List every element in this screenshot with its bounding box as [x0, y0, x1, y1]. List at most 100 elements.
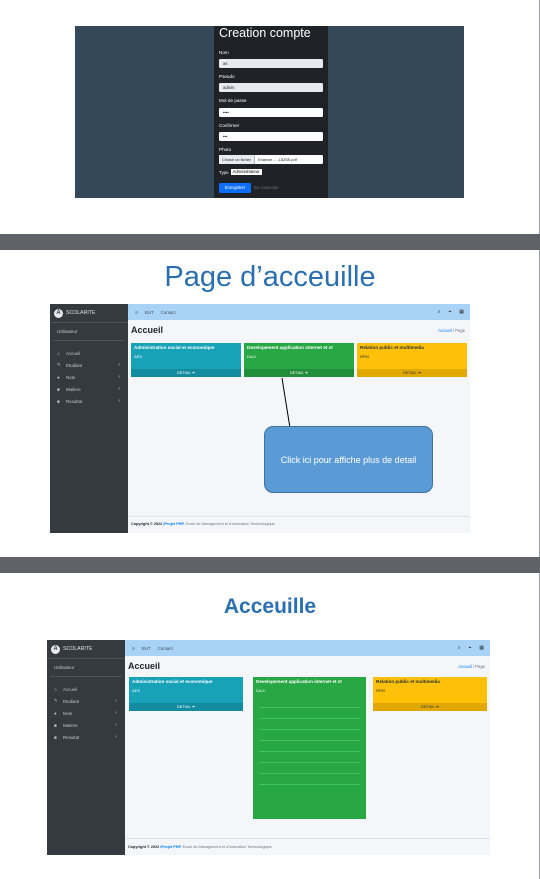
detail-button[interactable]: DETAIL ➔	[244, 369, 354, 377]
grid-icon[interactable]: ▦	[459, 309, 464, 315]
footer-copyright: Copyright © 2022 iProjet PHP. Ecole de M…	[131, 522, 275, 526]
photo-label: Photo	[219, 147, 232, 152]
breadcrumb: Accueil / Page	[438, 328, 465, 333]
menu-toggle-icon[interactable]: ≡	[132, 646, 135, 651]
breadcrumb-home[interactable]: Accueil	[458, 664, 472, 669]
card-title: Administration social et economique	[132, 679, 213, 684]
form-title: Creation compte	[219, 26, 311, 40]
card-code: DAJI	[247, 354, 256, 359]
sidebar-item-label: Resultat	[63, 734, 80, 740]
nom-input[interactable]: as	[219, 59, 323, 68]
creation-form: Creation compte Nom as Pseudo admin Mot …	[214, 26, 328, 198]
sidebar-menu: ⌂ Accueil ✎ Etudiant ‹ ● Note ‹ ■ Matiere ‹ ■ Re…	[47, 683, 125, 743]
expand-icon[interactable]: ⌖	[448, 309, 451, 315]
file-name: Enanvie - ...L8Z5S.pdf	[257, 157, 297, 162]
detail-button[interactable]: DETAIL ➔	[129, 703, 243, 711]
login-link[interactable]: Se connecter	[254, 183, 279, 193]
sidebar-item-matiere[interactable]: ■ Matiere ‹	[47, 719, 125, 731]
detail-button[interactable]: DETAIL ➔	[373, 703, 487, 711]
breadcrumb-separator: /	[452, 328, 455, 333]
edit-icon: ✎	[57, 362, 61, 367]
copyright-brand[interactable]: iProjet PHP.	[160, 845, 181, 849]
sidebar-item-label: Matiere	[63, 722, 78, 728]
nav-link-contact[interactable]: Contact	[158, 646, 173, 651]
brand[interactable]: A SCOLARITE	[54, 307, 95, 319]
confirm-input[interactable]: •••	[219, 132, 323, 141]
password-input[interactable]: ••••	[219, 108, 323, 117]
copyright-prefix: Copyright © 2022	[131, 522, 163, 526]
sidebar-item-resultat[interactable]: ■ Resultat ‹	[47, 731, 125, 743]
pseudo-input[interactable]: admin	[219, 83, 323, 92]
sidebar-item-label: Etudiant	[63, 698, 80, 704]
copyright-text: Ecole de Management et d'Innovation Tech…	[182, 845, 272, 849]
clipboard-icon: ●	[57, 374, 60, 380]
sidebar-item-accueil[interactable]: ⌂ Accueil	[50, 347, 128, 359]
card-title: Administration social et economique	[134, 345, 215, 350]
dropdown-detail-list	[253, 697, 366, 795]
sidebar-item-note[interactable]: ● Note ‹	[47, 707, 125, 719]
card-title: Developement application internet et st	[247, 345, 333, 350]
nav-link-elot[interactable]: EloT	[142, 646, 151, 651]
search-icon[interactable]: ⌕	[438, 309, 441, 315]
sidebar-item-label: Etudiant	[66, 362, 83, 368]
sidebar-item-note[interactable]: ● Note ‹	[50, 371, 128, 383]
copyright-brand[interactable]: iProjet PHP.	[163, 522, 184, 526]
chevron-left-icon: ‹	[115, 698, 117, 704]
detail-button[interactable]: DETAIL ➔	[357, 369, 467, 377]
submit-button[interactable]: Enregistrer	[219, 183, 251, 193]
nom-label: Nom	[219, 50, 229, 55]
type-label: Type	[219, 169, 229, 175]
nav-link-elot[interactable]: EloT	[145, 310, 154, 315]
expand-icon[interactable]: ⌖	[468, 645, 471, 651]
sidebar-item-etudiant[interactable]: ✎ Etudiant ‹	[50, 359, 128, 371]
top-navbar: ≡ EloT Contact ⌕ ⌖ ▦	[125, 640, 490, 656]
dashboard-screenshot-2: A SCOLARITE Utilisateur ⌂ Accueil ✎ Etudia…	[47, 640, 490, 855]
breadcrumb-home[interactable]: Accueil	[438, 328, 452, 333]
card-aes: Administration social et economique AES D…	[131, 343, 241, 377]
sidebar-item-accueil[interactable]: ⌂ Accueil	[47, 683, 125, 695]
home-icon: ⌂	[54, 686, 57, 692]
sidebar-item-matiere[interactable]: ■ Matiere ‹	[50, 383, 128, 395]
sidebar-item-resultat[interactable]: ■ Resultat ‹	[50, 395, 128, 407]
footer-divider	[128, 516, 470, 517]
menu-toggle-icon[interactable]: ≡	[135, 310, 138, 315]
sidebar-item-label: Matiere	[66, 386, 81, 392]
detail-button[interactable]: DETAIL ➔	[131, 369, 241, 377]
type-select[interactable]: Administrateur	[230, 169, 262, 175]
divider	[53, 340, 125, 341]
chevron-left-icon: ‹	[115, 722, 117, 728]
sidebar: A SCOLARITE Utilisateur ⌂ Accueil ✎ Etudia…	[50, 304, 128, 533]
acceuille-heading: Acceuille	[223, 595, 317, 618]
card-code: DAJI	[256, 688, 265, 693]
user-name[interactable]: Utilisateur	[54, 665, 74, 670]
type-row: Type Administrateur	[219, 169, 262, 175]
grid-icon[interactable]: ▦	[479, 645, 484, 651]
nav-link-contact[interactable]: Contact	[161, 310, 176, 315]
password-label: Mot de passe	[219, 98, 247, 103]
edit-icon: ✎	[54, 698, 58, 703]
sidebar-menu: ⌂ Accueil ✎ Etudiant ‹ ● Note ‹ ■ Matiere ‹ ■ Re…	[50, 347, 128, 407]
card-code: AES	[134, 354, 143, 359]
brand[interactable]: A SCOLARITE	[51, 643, 92, 655]
search-icon[interactable]: ⌕	[458, 645, 461, 651]
pseudo-label: Pseudo	[219, 74, 235, 79]
chevron-left-icon: ‹	[115, 710, 117, 716]
photo-file-input[interactable]: Choisir un fichier Enanvie - ...L8Z5S.pd…	[219, 155, 323, 164]
logo-icon: A	[54, 308, 63, 318]
sidebar-item-etudiant[interactable]: ✎ Etudiant ‹	[47, 695, 125, 707]
card-title: Relation public et multimedia	[360, 345, 424, 350]
choose-file-button[interactable]: Choisir un fichier	[219, 155, 255, 164]
brand-name: SCOLARITE	[66, 310, 96, 316]
card-daji-expanded: Developement application internet et st …	[253, 677, 366, 819]
chevron-left-icon: ‹	[118, 386, 120, 392]
book-icon: ■	[57, 386, 60, 392]
brand-name: SCOLARITE	[63, 646, 93, 652]
page-acceuille-heading: Page d’acceuille	[164, 261, 376, 293]
user-name[interactable]: Utilisateur	[57, 329, 77, 334]
sidebar-item-label: Note	[66, 374, 76, 380]
footer-copyright: Copyright © 2022 iProjet PHP. Ecole de M…	[128, 845, 272, 849]
card-title: Relation public et multimedia	[376, 679, 440, 684]
callout-bubble: Click ici pour affiche plus de detail	[264, 426, 433, 493]
card-rpm: Relation public et multimedia RPM DETAIL …	[357, 343, 467, 377]
main-content: Accueil Accueil / Page Administration so…	[125, 656, 490, 855]
